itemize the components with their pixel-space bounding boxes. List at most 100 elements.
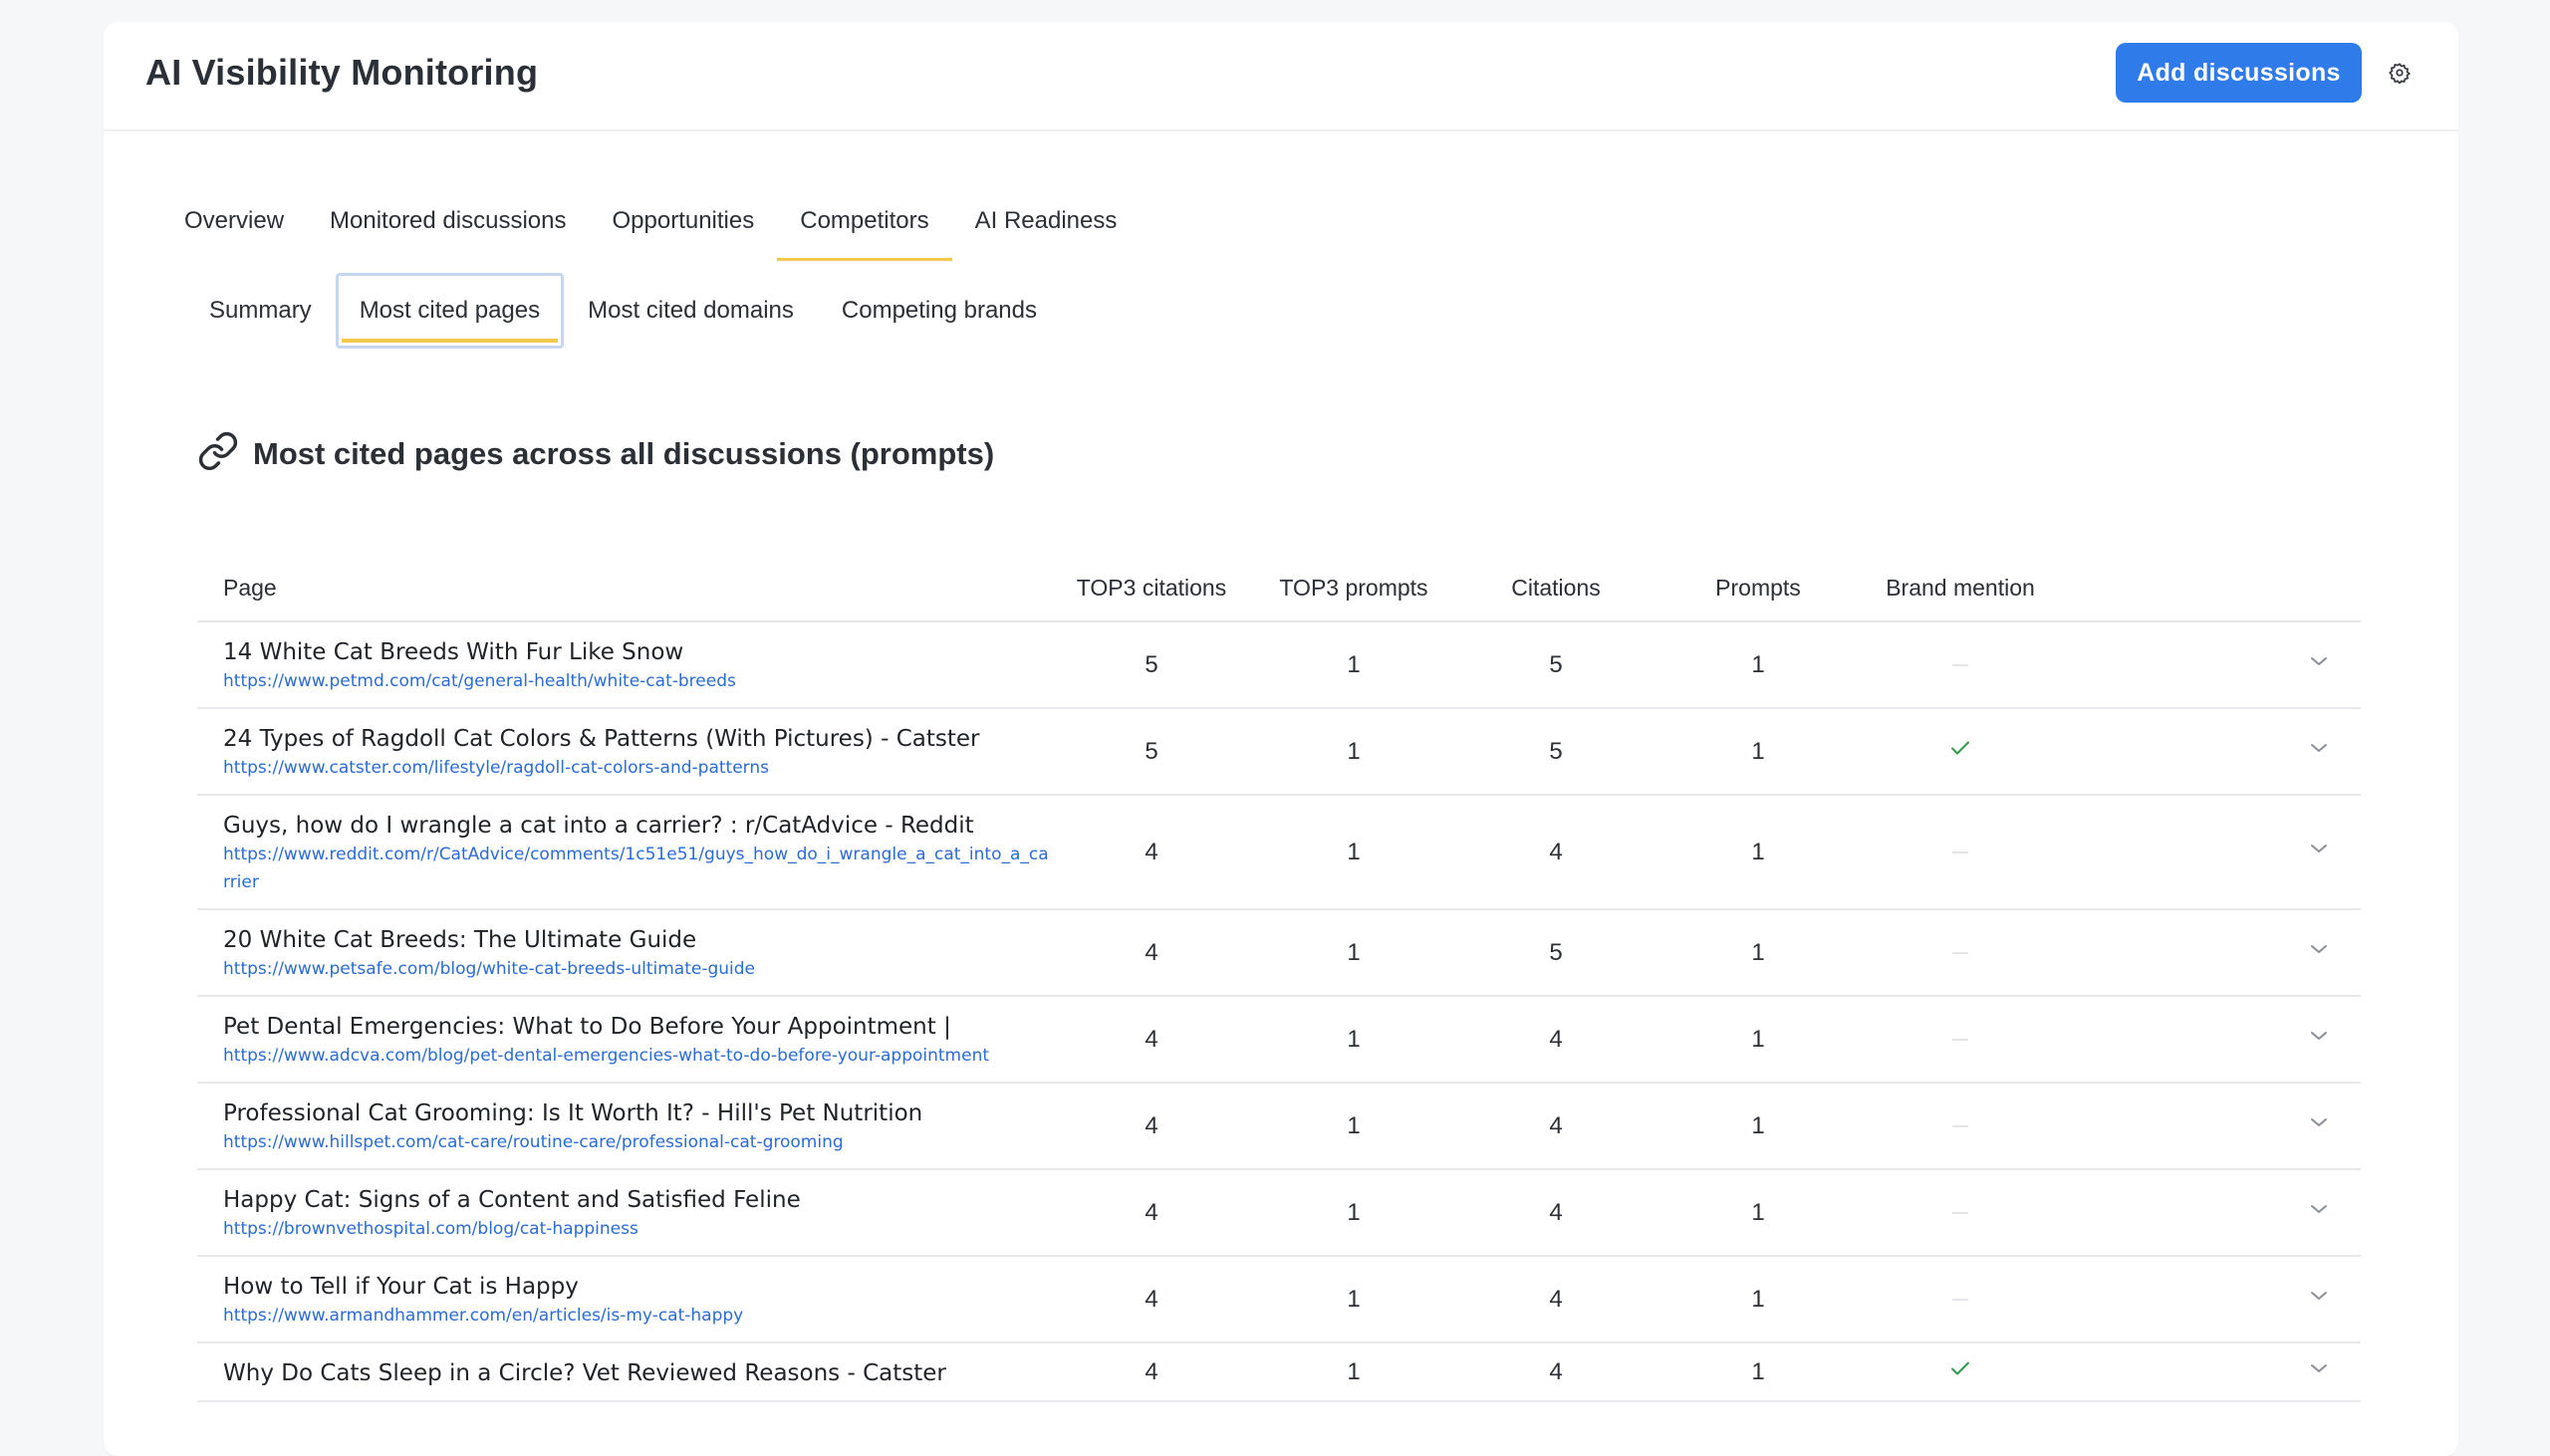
page-cell: How to Tell if Your Cat is Happy https://… [197,1256,1054,1343]
table-row[interactable]: How to Tell if Your Cat is Happy https://… [197,1256,2361,1343]
page-url-link[interactable]: https://www.hillspet.com/cat-care/routin… [223,1128,1054,1156]
column-header-brand-mention[interactable]: Brand mention [1863,555,2058,622]
page-title-text: 20 White Cat Breeds: The Ultimate Guide [223,927,697,953]
top3-citations-value: 4 [1054,1256,1249,1343]
tab-monitored-discussions[interactable]: Monitored discussions [307,181,589,261]
chevron-down-icon[interactable] [2307,1110,2331,1141]
page-url-link[interactable]: https://www.catster.com/lifestyle/ragdol… [223,754,1054,782]
page-cell: Professional Cat Grooming: Is It Worth I… [197,1083,1054,1170]
expand-cell [2058,1169,2361,1257]
expand-cell [2058,1256,2361,1343]
page-title-text: Pet Dental Emergencies: What to Do Befor… [223,1014,951,1040]
table-row[interactable]: Why Do Cats Sleep in a Circle? Vet Revie… [197,1342,2361,1402]
table-row[interactable]: 24 Types of Ragdoll Cat Colors & Pattern… [197,708,2361,796]
subtab-competing-brands[interactable]: Competing brands [818,273,1061,349]
top3-prompts-value: 1 [1249,1342,1458,1402]
page-cell: 24 Types of Ragdoll Cat Colors & Pattern… [197,708,1054,796]
expand-cell [2058,708,2361,796]
chevron-down-icon[interactable] [2307,1024,2331,1055]
page-cell: Happy Cat: Signs of a Content and Satisf… [197,1169,1054,1257]
table-row[interactable]: Happy Cat: Signs of a Content and Satisf… [197,1169,2361,1257]
prompts-value: 1 [1654,996,1863,1084]
chevron-down-icon[interactable] [2307,1356,2331,1387]
chevron-down-icon[interactable] [2307,1284,2331,1315]
tab-competitors[interactable]: Competitors [777,181,952,261]
page-url-link[interactable]: https://www.adcva.com/blog/pet-dental-em… [223,1042,1054,1070]
column-header-citations[interactable]: Citations [1458,555,1654,622]
table-row[interactable]: Guys, how do I wrangle a cat into a carr… [197,795,2361,910]
brand-mention-cell [1863,996,2058,1084]
page-cell: Guys, how do I wrangle a cat into a carr… [197,795,1054,910]
prompts-value: 1 [1654,1169,1863,1257]
citations-value: 4 [1458,1256,1654,1343]
expand-cell [2058,621,2361,709]
check-icon [1948,739,1972,766]
top3-citations-value: 5 [1054,708,1249,796]
column-header-top3-prompts[interactable]: TOP3 prompts [1249,555,1458,622]
check-icon [1948,1359,1972,1386]
page-title-text: Why Do Cats Sleep in a Circle? Vet Revie… [223,1360,946,1386]
prompts-value: 1 [1654,708,1863,796]
page-title: AI Visibility Monitoring [145,52,539,93]
top3-prompts-value: 1 [1249,909,1458,997]
expand-cell [2058,909,2361,997]
brand-mention-cell [1863,1342,2058,1402]
chevron-down-icon[interactable] [2307,837,2331,867]
expand-cell [2058,1342,2361,1402]
brand-mention-cell [1863,795,2058,910]
subtab-most-cited-pages[interactable]: Most cited pages [335,273,565,349]
column-header-prompts[interactable]: Prompts [1654,555,1863,622]
citations-value: 4 [1458,795,1654,910]
subtab-most-cited-domains[interactable]: Most cited domains [564,273,818,349]
top3-prompts-value: 1 [1249,708,1458,796]
page-title-text: How to Tell if Your Cat is Happy [223,1274,579,1300]
citations-value: 5 [1458,909,1654,997]
dash-icon [1952,1039,1968,1042]
table-row[interactable]: Pet Dental Emergencies: What to Do Befor… [197,996,2361,1084]
chevron-down-icon[interactable] [2307,736,2331,767]
top3-citations-value: 4 [1054,909,1249,997]
page-header: AI Visibility Monitoring Add discussions [104,22,2458,131]
expand-cell [2058,996,2361,1084]
add-discussions-button[interactable]: Add discussions [2116,43,2362,103]
column-header-page[interactable]: Page [197,555,1054,622]
page-cell: 20 White Cat Breeds: The Ultimate Guide h… [197,909,1054,997]
main-tabs: Overview Monitored discussions Opportuni… [161,181,1140,261]
column-header-top3-citations[interactable]: TOP3 citations [1054,555,1249,622]
dash-icon [1952,1125,1968,1128]
top3-prompts-value: 1 [1249,1256,1458,1343]
brand-mention-cell [1863,621,2058,709]
top3-citations-value: 4 [1054,1169,1249,1257]
page-cell: 14 White Cat Breeds With Fur Like Snow ht… [197,621,1054,709]
table-row[interactable]: Professional Cat Grooming: Is It Worth I… [197,1083,2361,1170]
dash-icon [1952,1299,1968,1302]
tab-overview[interactable]: Overview [161,181,307,261]
prompts-value: 1 [1654,1342,1863,1402]
prompts-value: 1 [1654,795,1863,910]
page-url-link[interactable]: https://brownvethospital.com/blog/cat-ha… [223,1215,1054,1243]
chevron-down-icon[interactable] [2307,937,2331,968]
top3-prompts-value: 1 [1249,1083,1458,1170]
chevron-down-icon[interactable] [2307,1197,2331,1228]
page-url-link[interactable]: https://www.petmd.com/cat/general-health… [223,667,1054,695]
gear-icon[interactable] [2387,60,2413,86]
dash-icon [1952,851,1968,854]
page-cell: Why Do Cats Sleep in a Circle? Vet Revie… [197,1342,1054,1402]
page-title-text: 24 Types of Ragdoll Cat Colors & Pattern… [223,726,980,752]
page-title-text: Guys, how do I wrangle a cat into a carr… [223,813,974,839]
top3-prompts-value: 1 [1249,1169,1458,1257]
tab-ai-readiness[interactable]: AI Readiness [952,181,1141,261]
sub-tabs: Summary Most cited pages Most cited doma… [185,271,1061,351]
table-row[interactable]: 20 White Cat Breeds: The Ultimate Guide h… [197,909,2361,997]
subtab-summary[interactable]: Summary [185,273,336,349]
page-url-link[interactable]: https://www.petsafe.com/blog/white-cat-b… [223,955,1054,983]
column-header-expand [2058,555,2361,622]
page-title-text: Professional Cat Grooming: Is It Worth I… [223,1100,923,1126]
page-url-link[interactable]: https://www.armandhammer.com/en/articles… [223,1302,1054,1330]
page-url-link[interactable]: https://www.reddit.com/r/CatAdvice/comme… [223,841,1054,896]
link-icon [197,430,239,477]
tab-opportunities[interactable]: Opportunities [589,181,777,261]
chevron-down-icon[interactable] [2307,649,2331,680]
table-row[interactable]: 14 White Cat Breeds With Fur Like Snow ht… [197,621,2361,709]
page-cell: Pet Dental Emergencies: What to Do Befor… [197,996,1054,1084]
